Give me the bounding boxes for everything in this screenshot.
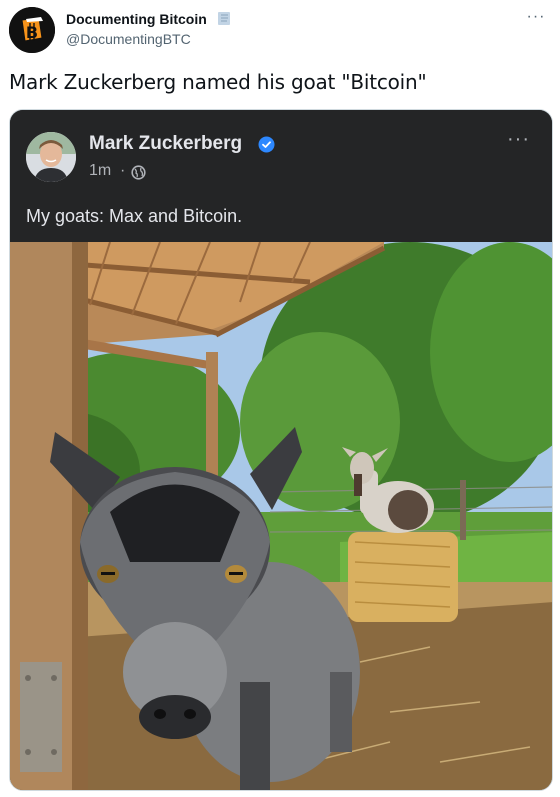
tweet-image[interactable]: Mark Zuckerberg 1m · ··· My goats: Max a… bbox=[9, 109, 553, 791]
profile-avatar bbox=[26, 132, 76, 182]
post-timestamp: 1m bbox=[89, 162, 112, 179]
goats-photo bbox=[10, 242, 552, 790]
bitcoin-logo-icon: B bbox=[21, 17, 43, 42]
post-more-options-icon: ··· bbox=[507, 128, 530, 150]
more-options-button[interactable]: ··· bbox=[524, 8, 548, 28]
tweet-header: B Documenting Bitcoin @DocumentingBTC ··… bbox=[0, 0, 560, 60]
verified-badge-icon bbox=[258, 136, 275, 153]
book-icon bbox=[218, 12, 230, 25]
author-handle[interactable]: @DocumentingBTC bbox=[66, 31, 191, 47]
author-name[interactable]: Documenting Bitcoin bbox=[66, 11, 207, 27]
post-text: My goats: Max and Bitcoin. bbox=[26, 206, 243, 226]
post-author-name: Mark Zuckerberg bbox=[89, 133, 243, 154]
separator-dot: · bbox=[120, 162, 126, 179]
documenting-bitcoin-avatar[interactable]: B bbox=[9, 7, 55, 53]
globe-icon bbox=[131, 165, 146, 180]
facebook-post-header: Mark Zuckerberg 1m · ··· My goats: Max a… bbox=[10, 110, 552, 242]
svg-text:B: B bbox=[26, 23, 38, 42]
tweet-text: Mark Zuckerberg named his goat "Bitcoin" bbox=[9, 70, 427, 94]
